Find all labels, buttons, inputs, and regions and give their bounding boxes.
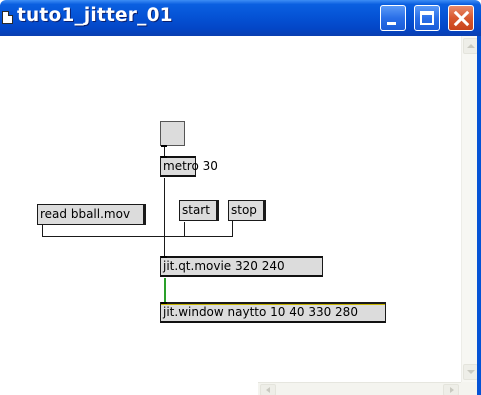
jit-window-object[interactable]: jit.window naytto 10 40 330 280 bbox=[160, 302, 386, 323]
bang-outlet[interactable] bbox=[161, 145, 167, 147]
title-bar[interactable]: tuto1_jitter_01 bbox=[0, 0, 481, 36]
window-inlet[interactable] bbox=[161, 302, 167, 304]
start-message[interactable]: start bbox=[179, 200, 219, 221]
cord-qtmovie-to-window bbox=[164, 278, 166, 302]
metro-object[interactable]: metro 30 bbox=[160, 156, 218, 177]
window-label: jit.window naytto 10 40 330 280 bbox=[163, 305, 358, 319]
maximize-button[interactable] bbox=[414, 5, 440, 31]
window-title: tuto1_jitter_01 bbox=[17, 5, 173, 26]
metro-label: metro 30 bbox=[163, 159, 218, 173]
cord-stop-down bbox=[232, 221, 233, 237]
cord-bang-to-metro bbox=[164, 146, 165, 156]
start-message-label: start bbox=[182, 203, 210, 217]
patcher-document-icon bbox=[2, 11, 13, 24]
minimize-button[interactable] bbox=[380, 5, 406, 31]
patcher-canvas[interactable]: metro 30 read bball.mov start stop jit.q… bbox=[0, 36, 461, 382]
scroll-right-arrow-icon[interactable] bbox=[443, 384, 459, 395]
jit-qt-movie-object[interactable]: jit.qt.movie 320 240 bbox=[160, 256, 323, 277]
qtmovie-label: jit.qt.movie 320 240 bbox=[163, 259, 285, 273]
window-border bbox=[477, 36, 481, 395]
cord-start-down bbox=[184, 222, 185, 237]
qtmovie-inlet[interactable] bbox=[161, 256, 167, 258]
cord-messages-horizontal bbox=[42, 236, 233, 237]
resize-grip[interactable] bbox=[461, 382, 477, 395]
vertical-scrollbar[interactable] bbox=[461, 36, 478, 382]
read-message-label: read bball.mov bbox=[40, 207, 131, 221]
scroll-left-arrow-icon[interactable] bbox=[260, 384, 276, 395]
stop-message[interactable]: stop bbox=[228, 200, 266, 221]
scroll-down-arrow-icon[interactable] bbox=[463, 364, 478, 380]
stop-message-label: stop bbox=[231, 203, 257, 217]
bang-button[interactable] bbox=[160, 121, 185, 147]
cord-metro-to-qtmovie bbox=[164, 178, 165, 256]
metro-inlet[interactable] bbox=[161, 156, 167, 158]
scroll-up-arrow-icon[interactable] bbox=[463, 38, 478, 54]
close-button[interactable] bbox=[448, 5, 474, 31]
read-message[interactable]: read bball.mov bbox=[37, 204, 146, 225]
horizontal-scrollbar[interactable] bbox=[258, 382, 461, 395]
